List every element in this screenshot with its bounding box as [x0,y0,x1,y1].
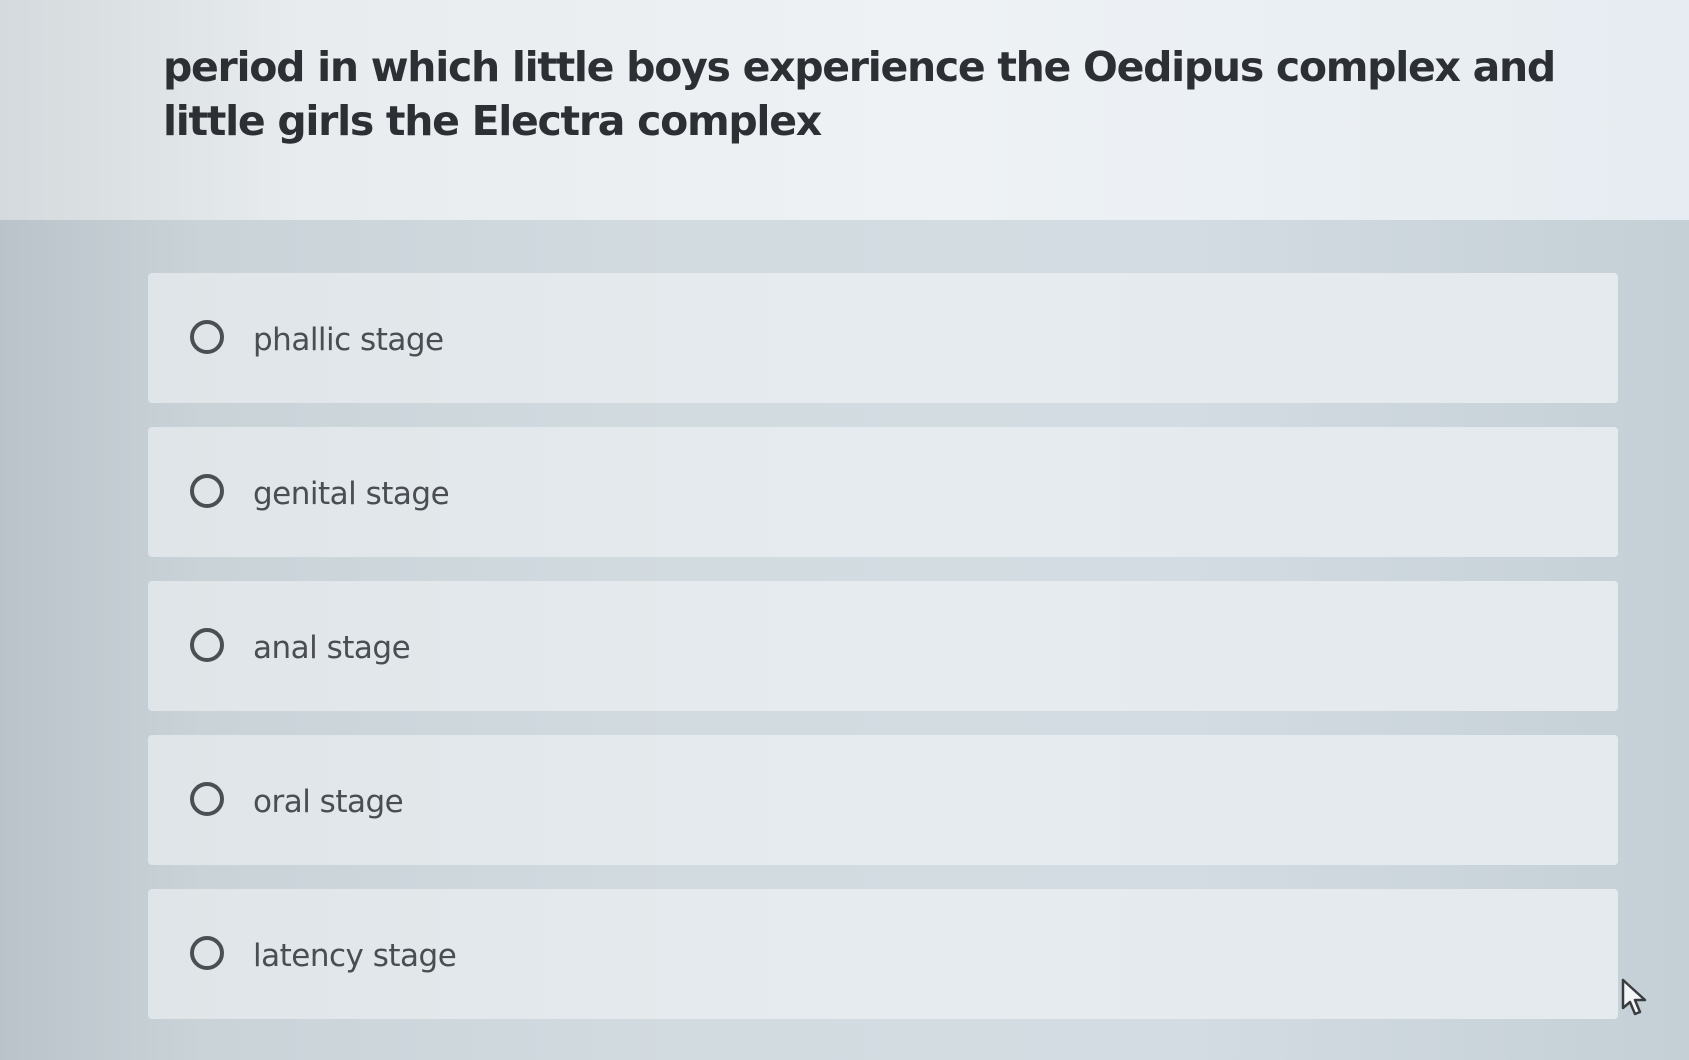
answer-option-anal[interactable]: anal stage [148,581,1618,711]
answer-option-latency[interactable]: latency stage [148,889,1618,1019]
answer-label: oral stage [253,784,404,820]
radio-unchecked-icon[interactable] [190,936,224,970]
answer-label: phallic stage [253,322,444,358]
question-panel: period in which little boys experience t… [0,0,1689,220]
answer-option-genital[interactable]: genital stage [148,427,1618,557]
answer-option-oral[interactable]: oral stage [148,735,1618,865]
radio-unchecked-icon[interactable] [190,782,224,816]
answer-label: latency stage [253,938,457,974]
radio-unchecked-icon[interactable] [190,628,224,662]
question-text: period in which little boys experience t… [163,43,1556,145]
answer-option-phallic[interactable]: phallic stage [148,273,1618,403]
mouse-pointer-icon [1621,978,1647,1016]
answer-options-list: phallic stage genital stage anal stage o… [148,273,1618,1043]
answer-label: genital stage [253,476,450,512]
radio-unchecked-icon[interactable] [190,320,224,354]
answer-label: anal stage [253,630,411,666]
radio-unchecked-icon[interactable] [190,474,224,508]
